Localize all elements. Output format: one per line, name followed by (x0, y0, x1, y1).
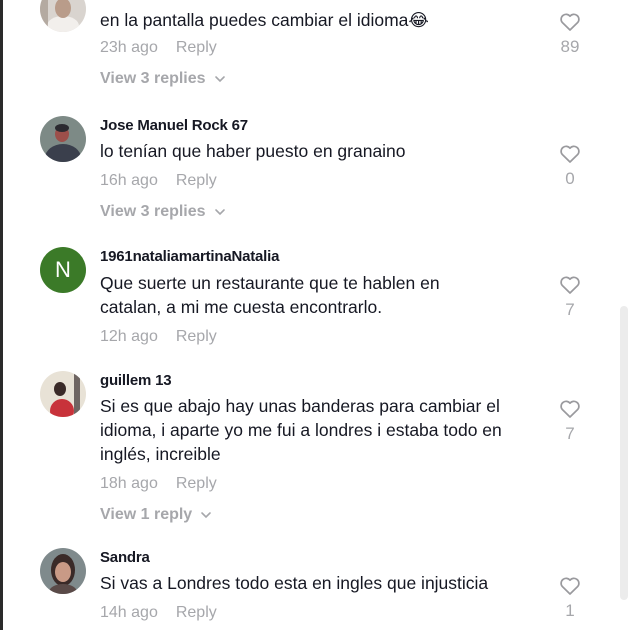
comment-text: Si vas a Londres todo esta en ingles que… (100, 573, 489, 593)
scrollbar[interactable] (618, 0, 630, 630)
comment-text: Si es que abajo hay unas banderas para c… (100, 396, 502, 464)
view-replies-button[interactable]: View 1 reply (100, 504, 212, 526)
comment-timestamp: 18h ago (100, 475, 158, 492)
comments-list: Adam Calvo en la pantalla puedes cambiar… (0, 0, 610, 630)
comment-text: en la pantalla puedes cambiar el idioma😂 (100, 10, 429, 30)
heart-outline-icon (560, 400, 580, 418)
reply-button[interactable]: Reply (176, 172, 217, 189)
comment-timestamp: 23h ago (100, 39, 158, 56)
comment-meta: 16h ago Reply (100, 169, 550, 193)
comment-username[interactable]: Jose Manuel Rock 67 (100, 116, 550, 136)
comment-meta: 12h ago Reply (100, 325, 550, 349)
comment-text: lo tenían que haber puesto en granaino (100, 141, 406, 161)
comment-meta: 18h ago Reply (100, 472, 550, 496)
view-replies-button[interactable]: View 3 replies (100, 201, 226, 223)
like-button[interactable]: 89 (555, 10, 585, 58)
like-button[interactable]: 7 (555, 273, 585, 321)
like-button[interactable]: 0 (555, 142, 585, 190)
like-count: 1 (565, 601, 575, 620)
view-replies-button[interactable]: View 3 replies (100, 68, 226, 90)
chevron-down-icon (214, 76, 225, 83)
comment-username[interactable]: guillem 13 (100, 371, 550, 391)
comment-username[interactable]: Sandra (100, 548, 550, 568)
like-count: 89 (560, 37, 580, 56)
heart-outline-icon (560, 13, 580, 31)
like-button[interactable]: 1 (555, 574, 585, 622)
avatar-letter: N (55, 257, 71, 282)
reply-button[interactable]: Reply (176, 328, 217, 345)
like-count: 7 (565, 300, 575, 319)
avatar[interactable]: N (40, 247, 86, 293)
view-replies-label: View 1 reply (100, 506, 193, 523)
view-replies-label: View 3 replies (100, 70, 206, 87)
comment-timestamp: 14h ago (100, 604, 158, 621)
comment-timestamp: 12h ago (100, 328, 158, 345)
scrollbar-thumb[interactable] (620, 306, 628, 600)
reply-button[interactable]: Reply (176, 39, 217, 56)
comment-text: Que suerte un restaurante que te hablen … (100, 273, 440, 317)
comment-meta: 23h ago Reply (100, 36, 550, 60)
like-count: 7 (565, 424, 575, 443)
comment-meta: 14h ago Reply (100, 601, 550, 625)
heart-outline-icon (560, 145, 580, 163)
view-replies-label: View 3 replies (100, 203, 206, 220)
like-count: 0 (565, 169, 575, 188)
heart-outline-icon (560, 577, 580, 595)
avatar[interactable] (40, 0, 86, 32)
comment-timestamp: 16h ago (100, 172, 158, 189)
reply-button[interactable]: Reply (176, 604, 217, 621)
heart-outline-icon (560, 276, 580, 294)
avatar[interactable] (40, 116, 86, 162)
chevron-down-icon (201, 512, 212, 519)
avatar[interactable] (40, 371, 86, 417)
reply-button[interactable]: Reply (176, 475, 217, 492)
chevron-down-icon (214, 209, 225, 216)
comment-username[interactable]: 1961nataliamartinaNatalia (100, 247, 550, 267)
avatar[interactable] (40, 548, 86, 594)
like-button[interactable]: 7 (555, 397, 585, 445)
comment-username[interactable]: Adam Calvo (100, 0, 550, 6)
